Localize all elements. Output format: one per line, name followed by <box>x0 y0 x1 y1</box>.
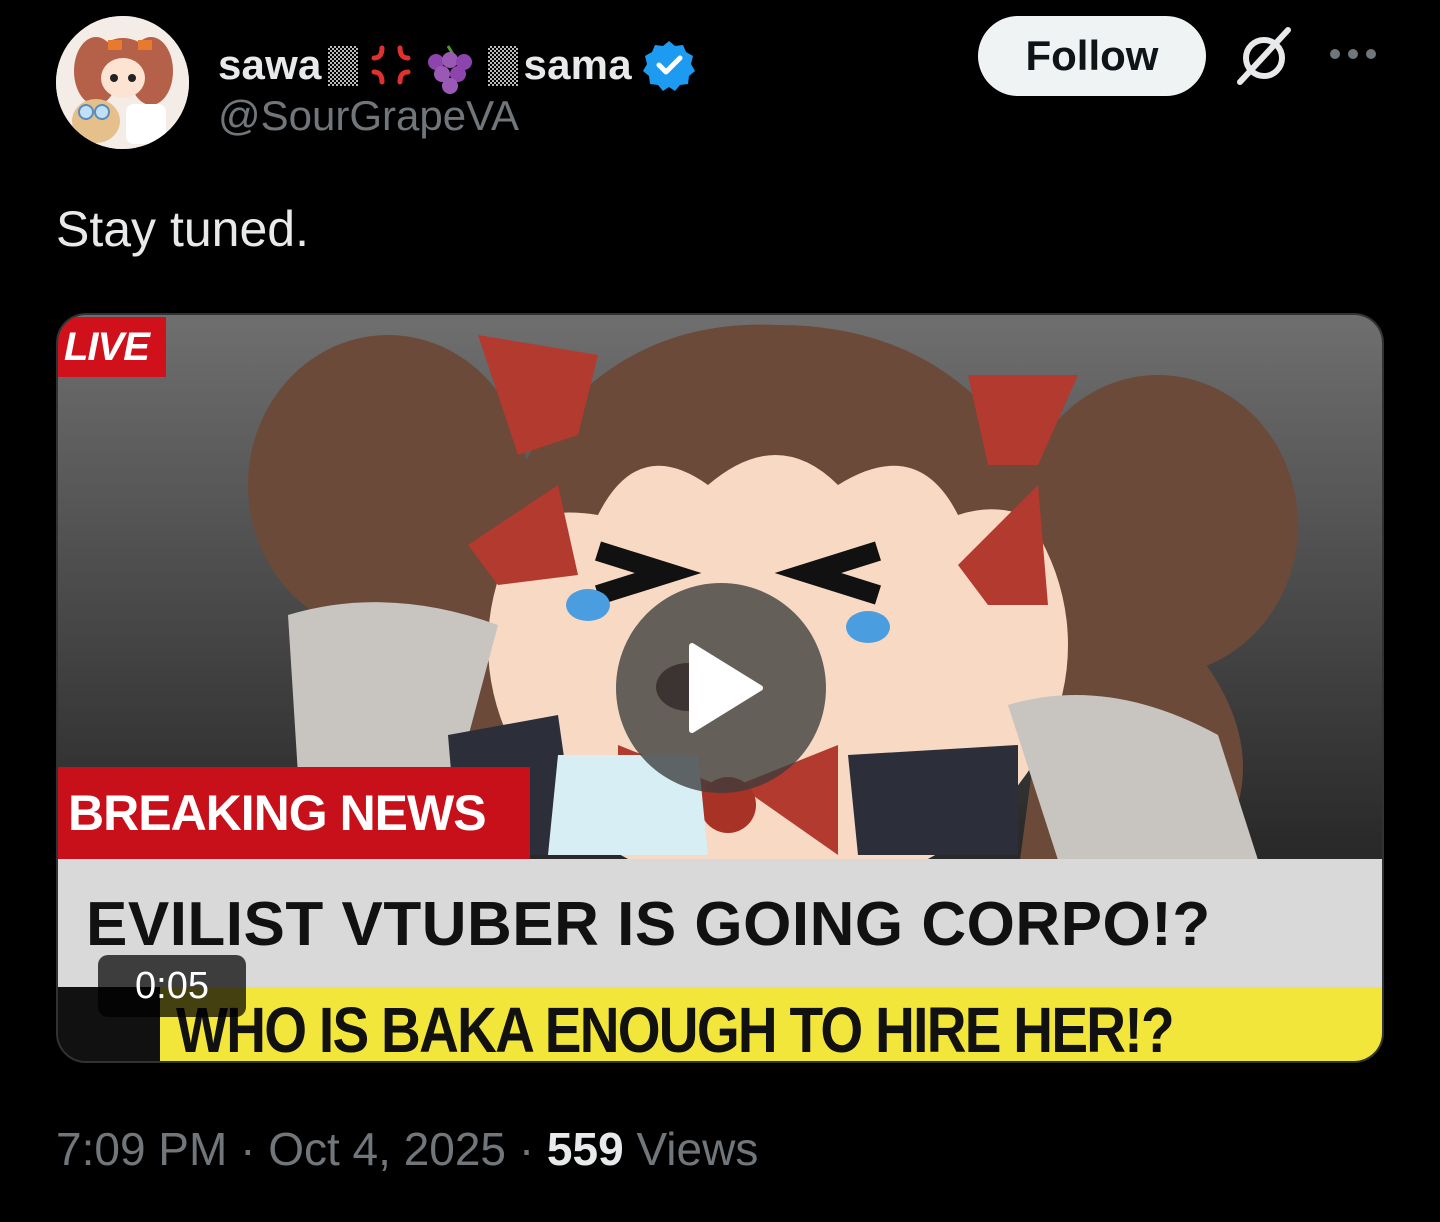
tweet-text: Stay tuned. <box>56 201 309 257</box>
grok-icon[interactable] <box>1232 24 1296 88</box>
breaking-news-label: BREAKING NEWS <box>58 767 530 859</box>
tweet-meta: 7:09 PM · Oct 4, 2025 · 559 Views <box>56 1122 758 1176</box>
tweet-time[interactable]: 7:09 PM <box>56 1123 227 1175</box>
display-name-suffix: sama <box>523 41 632 88</box>
follow-button[interactable]: Follow <box>978 16 1206 96</box>
verified-badge-icon <box>642 38 696 92</box>
play-icon <box>689 643 763 733</box>
video-duration-badge: 0:05 <box>98 955 246 1017</box>
meta-separator: · <box>240 1123 256 1175</box>
play-button[interactable] <box>616 583 826 793</box>
meta-separator: · <box>518 1123 535 1175</box>
anger-emoji-icon <box>368 42 414 88</box>
avatar[interactable] <box>56 16 189 149</box>
headline-text: EVILIST VTUBER IS GOING CORPO!? <box>86 890 1211 959</box>
pattern-emoji <box>326 42 360 88</box>
display-name-row[interactable]: sawa sama <box>218 38 696 94</box>
more-options-icon[interactable] <box>1326 42 1380 66</box>
tweet-date[interactable]: Oct 4, 2025 <box>268 1123 506 1175</box>
display-name-prefix: sawa <box>218 41 322 88</box>
views-label: Views <box>636 1123 759 1175</box>
pattern-emoji <box>486 42 520 88</box>
live-badge: LIVE <box>58 317 166 377</box>
ticker-text: WHO IS BAKA ENOUGH TO HIRE HER!? <box>176 994 1175 1063</box>
views-count: 559 <box>546 1123 624 1175</box>
grapes-emoji-icon <box>422 42 478 94</box>
tweet-header: sawa sama @SourGrapeVA Follow <box>56 16 1386 150</box>
handle[interactable]: @SourGrapeVA <box>218 92 519 140</box>
video-player[interactable]: LIVE BREAKING NEWS EVILIST VTUBER IS GOI… <box>56 313 1384 1063</box>
